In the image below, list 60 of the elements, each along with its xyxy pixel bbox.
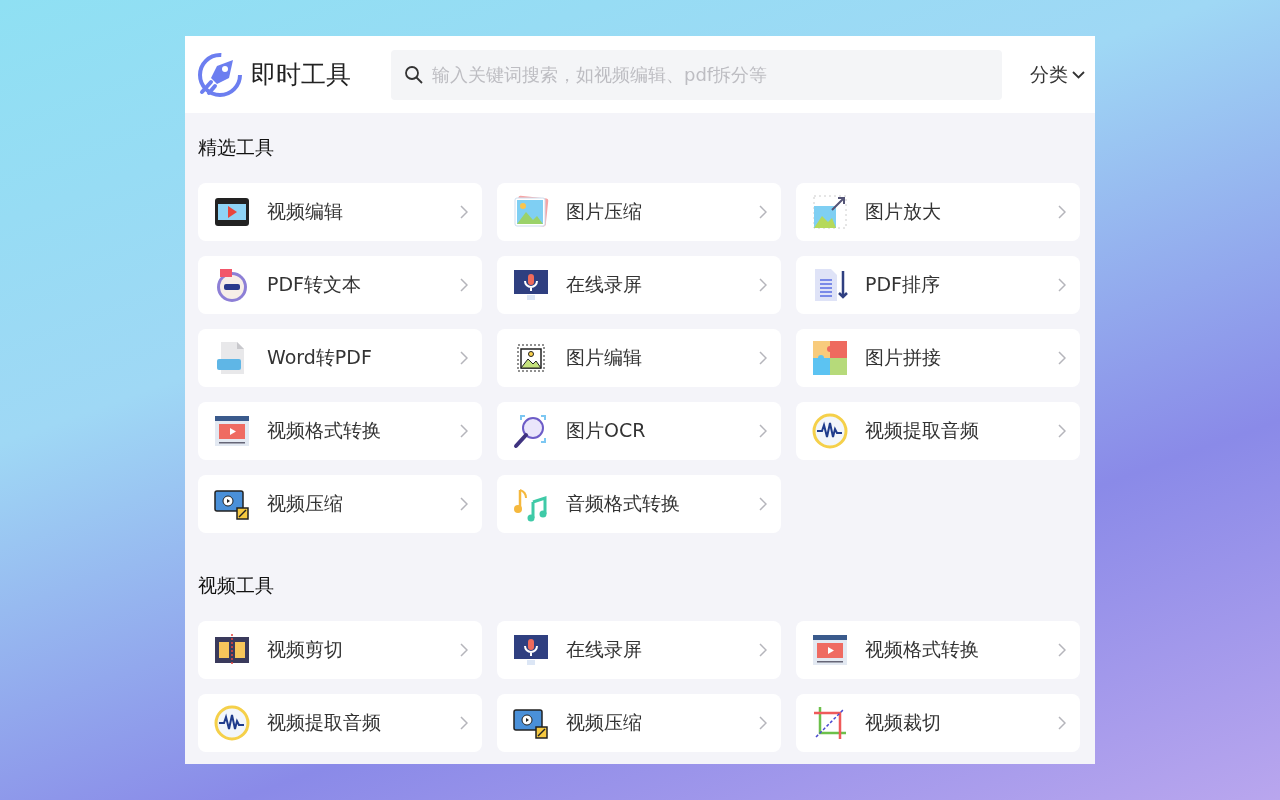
tool-item[interactable]: 在线录屏 <box>497 621 781 679</box>
chevron-right-icon <box>759 278 767 292</box>
chevron-right-icon <box>460 497 468 511</box>
tool-item[interactable]: 视频格式转换 <box>796 621 1080 679</box>
chevron-right-icon <box>759 497 767 511</box>
video-window-icon <box>214 413 250 449</box>
magnifier-icon <box>513 413 549 449</box>
tool-item[interactable]: 图片OCR <box>497 402 781 460</box>
tool-item[interactable]: 视频剪切 <box>198 621 482 679</box>
search-field[interactable]: 输入关键词搜索，如视频编辑、pdf拆分等 <box>391 49 1002 100</box>
tool-item[interactable]: PDF转文本 <box>198 256 482 314</box>
tool-item[interactable]: 在线录屏 <box>497 256 781 314</box>
tool-item[interactable]: 图片压缩 <box>497 183 781 241</box>
chevron-right-icon <box>1058 205 1066 219</box>
tool-item[interactable]: 视频压缩 <box>497 694 781 752</box>
chevron-right-icon <box>759 424 767 438</box>
tool-item[interactable]: 图片编辑 <box>497 329 781 387</box>
sorted-document-icon <box>812 267 848 303</box>
chevron-right-icon <box>759 351 767 365</box>
section-title: 精选工具 <box>198 135 275 160</box>
chevron-right-icon <box>759 205 767 219</box>
app-title: 即时工具 <box>251 59 351 91</box>
chevron-right-icon <box>460 205 468 219</box>
tool-item[interactable]: 视频提取音频 <box>198 694 482 752</box>
chevron-right-icon <box>759 643 767 657</box>
video-window-icon <box>812 632 848 668</box>
music-notes-icon <box>513 486 549 522</box>
chevron-down-icon <box>1072 70 1085 79</box>
microphone-monitor-icon <box>513 267 549 303</box>
tool-item[interactable]: 图片拼接 <box>796 329 1080 387</box>
tool-item[interactable]: Word转PDF <box>198 329 482 387</box>
chevron-right-icon <box>759 716 767 730</box>
image-stack-icon <box>513 194 549 230</box>
tool-item[interactable]: PDF排序 <box>796 256 1080 314</box>
chevron-right-icon <box>1058 643 1066 657</box>
tool-item[interactable]: 视频编辑 <box>198 183 482 241</box>
tool-item[interactable]: 视频提取音频 <box>796 402 1080 460</box>
microphone-monitor-icon <box>513 632 549 668</box>
category-dropdown[interactable]: 分类 <box>1018 57 1085 92</box>
section-title: 视频工具 <box>198 573 275 598</box>
tool-item[interactable]: 视频裁切 <box>796 694 1080 752</box>
chevron-right-icon <box>460 351 468 365</box>
crop-icon <box>812 705 848 741</box>
chevron-right-icon <box>1058 351 1066 365</box>
tool-item[interactable]: 图片放大 <box>796 183 1080 241</box>
chevron-right-icon <box>1058 278 1066 292</box>
chevron-right-icon <box>460 424 468 438</box>
tool-item[interactable]: 音频格式转换 <box>497 475 781 533</box>
tool-item[interactable]: 视频格式转换 <box>198 402 482 460</box>
sound-wave-icon <box>214 705 250 741</box>
tool-item[interactable]: 视频压缩 <box>198 475 482 533</box>
rocket-logo-icon <box>197 51 243 98</box>
chevron-right-icon <box>1058 716 1066 730</box>
sound-wave-icon <box>812 413 848 449</box>
chevron-right-icon <box>1058 424 1066 438</box>
puzzle-icon <box>812 340 848 376</box>
chevron-right-icon <box>460 643 468 657</box>
chevron-right-icon <box>460 716 468 730</box>
image-expand-icon <box>812 194 848 230</box>
chevron-right-icon <box>460 278 468 292</box>
